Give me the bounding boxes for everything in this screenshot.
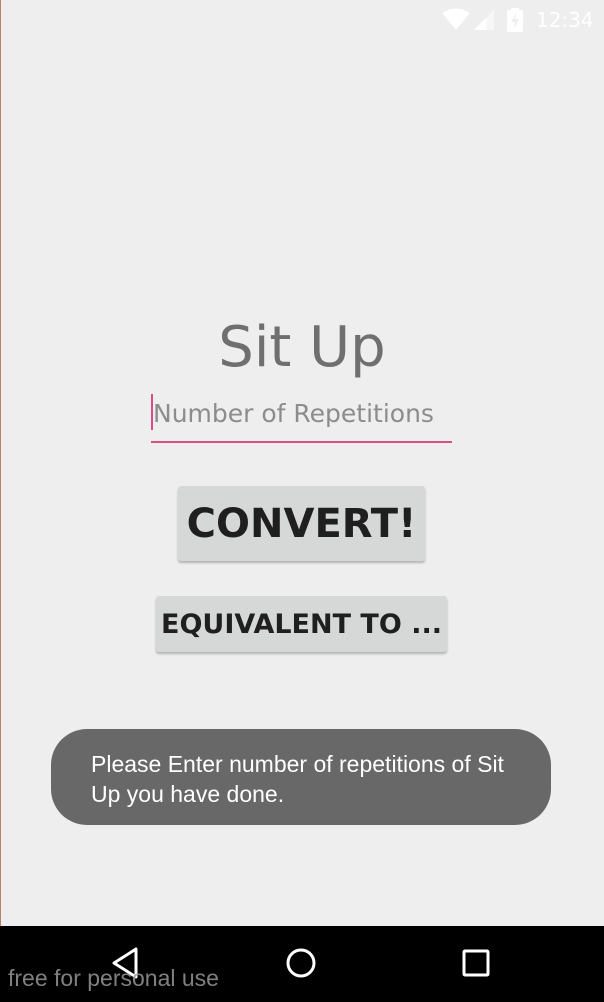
- watermark-text: free for personal use: [8, 965, 219, 991]
- battery-charging-icon: [506, 8, 524, 37]
- window-edge: [0, 0, 1, 926]
- equivalent-to-button[interactable]: EQUIVALENT TO ...: [156, 596, 447, 652]
- status-time: 12:34: [536, 8, 594, 32]
- status-bar: 12:34: [0, 0, 604, 40]
- cell-signal-icon: [472, 8, 496, 37]
- recents-icon[interactable]: [462, 949, 490, 982]
- home-icon[interactable]: [284, 946, 318, 985]
- repetitions-input[interactable]: [151, 391, 452, 443]
- text-cursor: [151, 394, 153, 430]
- toast-message: Please Enter number of repetitions of Si…: [51, 729, 551, 825]
- wifi-icon: [441, 8, 471, 37]
- convert-button[interactable]: CONVERT!: [178, 486, 425, 561]
- page-title: Sit Up: [218, 315, 386, 380]
